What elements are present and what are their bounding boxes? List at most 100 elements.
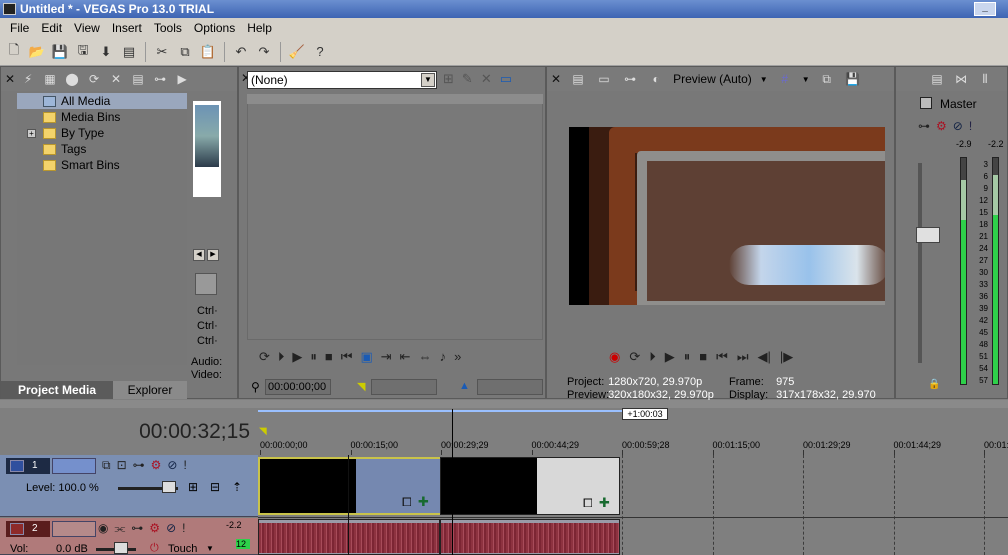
menu-file[interactable]: File [4,21,35,35]
properties-icon[interactable]: ▤ [129,70,147,88]
volume-slider-knob[interactable] [114,542,128,554]
level-slider-knob[interactable] [162,481,176,493]
pan-crop-icon[interactable]: ⧠ [402,495,412,510]
record-icon[interactable]: ◉ [609,349,620,365]
mute-icon[interactable]: ⊘ [953,119,963,133]
composite-icon[interactable]: ⊟ [210,480,220,494]
next-frame-icon[interactable]: |▶ [780,349,793,365]
properties-icon[interactable]: ▤ [928,70,946,88]
undo-icon[interactable]: ↶ [231,42,251,62]
add-to-timeline-icon[interactable]: ⊞ [443,71,454,87]
menu-insert[interactable]: Insert [106,21,148,35]
chevron-down-icon[interactable]: ▼ [802,75,810,84]
go-to-start-icon[interactable]: ⏮ [341,349,353,365]
video-clip[interactable]: ⧠ ✚ [258,457,440,515]
in-point-icon[interactable]: ◥ [357,380,365,393]
lock-icon[interactable]: 🔒 [928,379,940,390]
marker-flag-icon[interactable]: ◥ [259,426,267,437]
whats-this-icon[interactable]: ? [310,42,330,62]
fx-icon[interactable]: ⊶ [918,119,930,133]
loop-region-bar[interactable] [258,410,622,412]
chevron-down-icon[interactable]: ▼ [421,73,435,87]
go-to-start-icon[interactable]: ⏮ [716,349,728,365]
mute-icon[interactable]: ⊘ [167,458,177,473]
meter-icon[interactable]: ⫴ [976,70,994,88]
properties-icon[interactable]: ▤ [569,70,587,88]
menu-tools[interactable]: Tools [148,21,188,35]
monitor-icon[interactable]: ▭ [595,70,613,88]
refresh-icon[interactable]: ⟳ [85,70,103,88]
trimmer-view[interactable] [247,94,543,340]
track-name-field[interactable] [52,521,96,537]
render-icon[interactable]: ⬇ [96,42,116,62]
overlays-icon[interactable]: # [776,70,794,88]
fit-icon[interactable]: ⇔ [419,349,432,365]
track-name-field[interactable] [52,458,96,474]
snapshot-icon[interactable]: ▣ [360,349,372,365]
master-fader-track[interactable] [918,163,922,363]
cut-icon[interactable]: ✂ [152,42,172,62]
copy-snapshot-icon[interactable]: ⧉ [818,70,836,88]
preview-quality-select[interactable]: Preview (Auto) [673,72,752,86]
close-icon[interactable]: ✕ [551,72,561,86]
import-media-icon[interactable]: ⚡ [19,70,37,88]
scroll-left-icon[interactable]: ◀ [193,249,205,261]
save-snapshot-icon[interactable]: 💾 [844,70,862,88]
compositing-mode-icon[interactable]: ⧉ [102,458,111,473]
menu-edit[interactable]: Edit [35,21,68,35]
pause-icon[interactable]: ⏸ [684,349,691,365]
get-media-icon[interactable]: ⬤ [63,70,81,88]
play-from-start-icon[interactable]: ⏵ [649,349,656,365]
gear-icon[interactable]: ⚙ [151,458,162,473]
solo-icon[interactable]: ! [969,119,972,133]
media-thumbnail[interactable] [193,101,221,197]
fx-icon[interactable]: ⊶ [133,458,145,473]
video-clip[interactable]: ⧠ ✚ [440,457,620,515]
tree-item-smart-bins[interactable]: Smart Bins [17,157,187,173]
split-screen-icon[interactable]: ◐ [647,70,665,88]
play-icon[interactable]: ▶ [292,349,302,365]
chevron-down-icon[interactable]: ▼ [206,544,214,553]
video-preview-frame[interactable] [569,127,885,305]
open-folder-icon[interactable]: 📂 [27,42,47,62]
fx-icon[interactable]: ⊶ [131,521,143,536]
event-fx-icon[interactable]: ✚ [418,494,429,510]
tab-project-media[interactable]: Project Media [1,381,113,399]
clean-icon[interactable]: 🧹 [287,42,307,62]
monitor-icon[interactable]: ▭ [500,71,512,87]
playhead-cursor[interactable] [452,409,453,555]
out-point-icon[interactable]: ▲ [459,380,470,392]
automation-mode[interactable]: Touch [168,543,197,555]
clear-icon[interactable]: ✕ [481,71,492,87]
close-icon[interactable]: ✕ [5,72,15,86]
pause-icon[interactable]: ⏸ [310,349,317,365]
video-track-header[interactable]: 1 ⧉ ⊡ ⊶ ⚙ ⊘ ! Level: 100.0 % ⊞ ⊟ ⇡ [0,455,258,517]
pan-crop-icon[interactable]: ⧠ [583,496,593,511]
redo-icon[interactable]: ↷ [254,42,274,62]
timeline-divider[interactable] [0,400,1008,408]
invert-phase-icon[interactable]: ⫘ [114,521,125,536]
minimize-button[interactable]: _ [974,2,996,16]
audio-clip[interactable] [258,519,440,555]
audio-clip[interactable] [440,519,620,555]
tree-item-media-bins[interactable]: Media Bins [17,109,187,125]
menu-options[interactable]: Options [188,21,241,35]
insert-icon[interactable]: ⇥ [381,349,392,365]
save-as-icon[interactable]: 🖫 [73,42,93,62]
downmix-icon[interactable]: ⋈ [952,70,970,88]
menu-help[interactable]: Help [241,21,278,35]
scroll-right-icon[interactable]: ▶ [207,249,219,261]
tree-item-all-media[interactable]: All Media [17,93,187,109]
previous-frame-icon[interactable]: ◀| [758,349,771,365]
play-icon[interactable]: ▶ [173,70,191,88]
menu-view[interactable]: View [68,21,106,35]
solo-icon[interactable]: ! [182,521,185,536]
save-icon[interactable]: 💾 [50,42,70,62]
go-to-end-icon[interactable]: ⏭ [737,349,749,365]
keyframe-icon[interactable]: ⊞ [188,480,198,494]
stop-icon[interactable]: ■ [699,349,707,365]
trimmer-media-select[interactable]: (None) ▼ [247,71,437,89]
play-from-start-icon[interactable]: ⏵ [278,349,285,365]
more-icon[interactable]: » [454,349,461,365]
timeline-lanes[interactable]: ⧠ ✚ ⧠ ✚ [258,409,1008,555]
